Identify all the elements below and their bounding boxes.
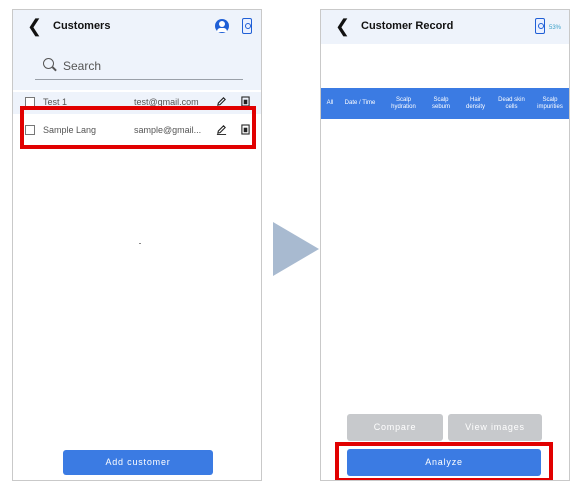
customers-header: ❮ Customers xyxy=(13,10,261,44)
column-date-time[interactable]: Date / Time xyxy=(341,88,379,119)
column-scalp-impurities[interactable]: Scalp impurities xyxy=(531,88,569,119)
column-dead-skin-cells[interactable]: Dead skin cells xyxy=(495,88,528,119)
user-icon[interactable] xyxy=(215,19,229,33)
page-title: Customer Record xyxy=(361,20,454,32)
search-underline xyxy=(35,79,243,80)
device-icon[interactable] xyxy=(535,18,545,34)
customer-record-screen: ❮ Customer Record 53% All Date / Time Sc… xyxy=(320,9,570,481)
device-icon[interactable] xyxy=(242,18,252,34)
page-title: Customers xyxy=(53,20,111,32)
add-customer-button[interactable]: Add customer xyxy=(63,450,213,475)
battery-level: 53% xyxy=(549,25,562,31)
tab-all[interactable]: All xyxy=(323,88,337,119)
column-hair-density[interactable]: Hair density xyxy=(460,88,491,119)
selection-highlight xyxy=(20,106,256,149)
column-scalp-sebum[interactable]: Scalp sebum xyxy=(425,88,457,119)
search-input[interactable]: Search xyxy=(63,59,101,73)
loading-dot xyxy=(139,243,141,244)
analyze-highlight xyxy=(335,442,553,480)
view-images-button[interactable]: View images xyxy=(448,414,542,441)
column-scalp-hydration[interactable]: Scalp hydration xyxy=(386,88,421,119)
customers-screen: ❮ Customers Search Test 1 test@gmail.com… xyxy=(12,9,262,481)
arrow-right-icon xyxy=(273,222,319,276)
back-icon[interactable]: ❮ xyxy=(27,16,42,36)
record-table-header: All Date / Time Scalp hydration Scalp se… xyxy=(321,88,569,119)
compare-button[interactable]: Compare xyxy=(347,414,443,441)
back-icon[interactable]: ❮ xyxy=(335,16,350,36)
search-bar[interactable]: Search xyxy=(13,44,261,90)
search-icon xyxy=(43,58,54,69)
record-header: ❮ Customer Record 53% xyxy=(321,10,569,44)
